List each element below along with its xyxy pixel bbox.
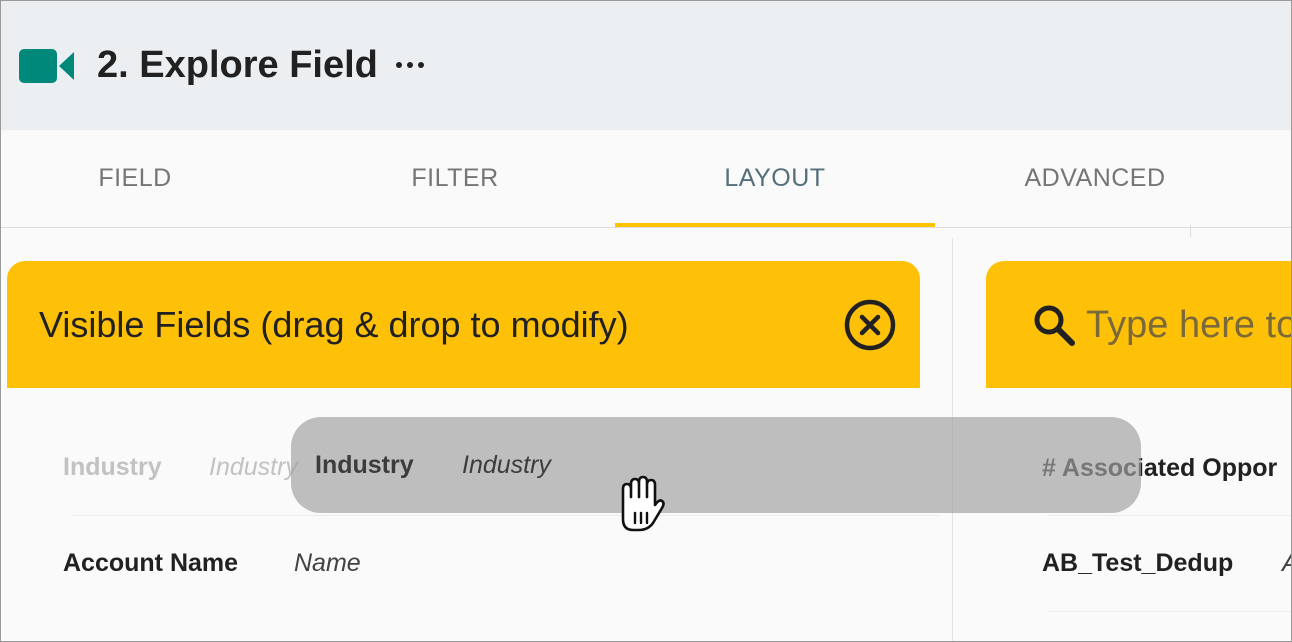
tab-field[interactable]: FIELD bbox=[1, 130, 295, 227]
app-window: 2. Explore Field FIELD FILTER LAYOUT ADV… bbox=[0, 0, 1292, 642]
tab-divider bbox=[1190, 225, 1191, 237]
dragged-field-alias: Industry bbox=[462, 451, 551, 479]
more-horizontal-icon[interactable] bbox=[395, 54, 425, 74]
page-title: 2. Explore Field bbox=[97, 44, 378, 86]
visible-fields-header: Visible Fields (drag & drop to modify) bbox=[7, 261, 920, 388]
field-name: Account Name bbox=[63, 549, 239, 577]
tab-filter[interactable]: FILTER bbox=[295, 130, 615, 227]
row-separator bbox=[1047, 515, 1291, 516]
field-name: AB_Test_Dedup bbox=[1042, 549, 1234, 577]
available-fields-header bbox=[986, 261, 1291, 388]
field-alias: Industry bbox=[209, 453, 298, 481]
field-search-input[interactable] bbox=[1086, 299, 1291, 351]
search-icon bbox=[1034, 305, 1075, 346]
row-separator bbox=[71, 515, 939, 516]
close-circle-icon[interactable] bbox=[843, 298, 897, 352]
field-alias: Name bbox=[294, 549, 361, 577]
video-camera-icon bbox=[19, 49, 74, 83]
row-separator bbox=[1047, 611, 1291, 612]
visible-fields-title: Visible Fields (drag & drop to modify) bbox=[39, 304, 629, 345]
tab-advanced[interactable]: ADVANCED bbox=[935, 130, 1255, 227]
field-name: Industry bbox=[63, 453, 162, 481]
dragged-field-chip[interactable]: Industry Industry bbox=[291, 417, 1141, 513]
tab-bar: FIELD FILTER LAYOUT ADVANCED bbox=[1, 130, 1291, 228]
dragged-field-name: Industry bbox=[315, 451, 414, 479]
tab-layout[interactable]: LAYOUT bbox=[615, 130, 935, 227]
field-alias: A bbox=[1282, 549, 1291, 578]
page-header: 2. Explore Field bbox=[1, 1, 1291, 130]
grab-hand-icon bbox=[621, 475, 665, 532]
